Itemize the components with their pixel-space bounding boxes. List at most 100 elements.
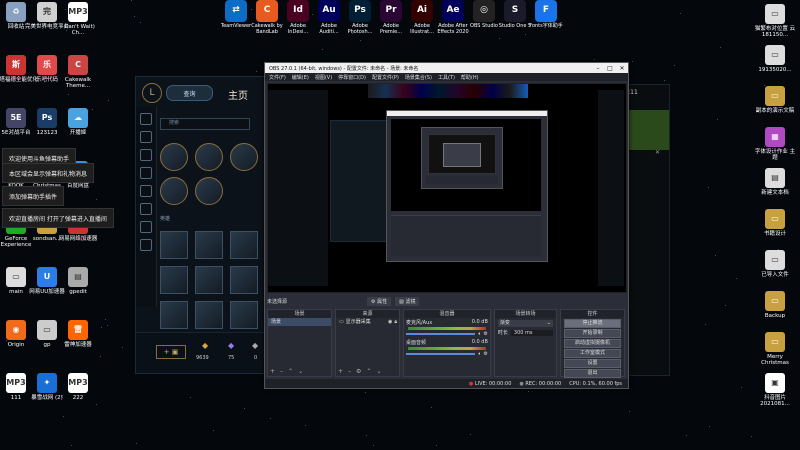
obs-menu-item[interactable]: 帮助(H)	[461, 74, 479, 81]
obs-menu-item[interactable]: 停靠窗口(D)	[338, 74, 366, 81]
settings-button[interactable]: 设置	[564, 359, 621, 368]
sidebar-icon[interactable]	[140, 185, 152, 197]
book-shortcut[interactable]: ▭ 书籍设计	[753, 209, 797, 237]
doc-shortcut[interactable]: ▭ 猫繁布对位置 云 181150...	[753, 4, 797, 39]
minimize-icon[interactable]: –	[592, 65, 604, 72]
remove-scene-icon[interactable]: –	[280, 368, 283, 375]
mp3-file-3-shortcut[interactable]: MP3 222	[56, 373, 100, 401]
champion-portrait[interactable]	[160, 143, 188, 171]
sidebar-icon[interactable]	[140, 203, 152, 215]
track-settings-icon[interactable]: ⚙	[483, 351, 487, 357]
lol-client-window[interactable]: L 查询 主页 搜索 英雄 + ▣ ◆ 9639 ◆ 75 ◆ 0	[135, 76, 272, 374]
exit-button[interactable]: 退出	[564, 369, 621, 378]
play-button[interactable]: 查询	[166, 85, 213, 101]
obs-menu-item[interactable]: 工具(T)	[438, 74, 455, 81]
shortcut-label: 副本的演示文稿	[755, 108, 795, 114]
visibility-icon[interactable]: ◉	[388, 318, 392, 326]
obs-menu-item[interactable]: 编辑(E)	[292, 74, 309, 81]
imported-shortcut[interactable]: ▭ 已导入文件	[753, 250, 797, 278]
source-settings-icon[interactable]: ⚙	[356, 368, 361, 375]
start-recording-button[interactable]: 开始录制	[564, 329, 621, 338]
add-friend-button[interactable]: + ▣	[156, 345, 186, 359]
nav-home[interactable]: 主页	[228, 87, 248, 102]
source-item[interactable]: ▭ 显示器采集 ◉ 🔒︎	[336, 318, 399, 326]
rar-shortcut[interactable]: ▦ 字体设计作业 主题	[753, 127, 797, 162]
stop-stream-button[interactable]: 停止推流	[564, 319, 621, 328]
champion-tile[interactable]	[195, 301, 223, 329]
close-icon[interactable]: ✕	[616, 65, 628, 72]
obs-preview[interactable]	[267, 83, 627, 293]
obs-menu-item[interactable]: 视图(V)	[315, 74, 332, 81]
champion-tile[interactable]	[230, 266, 258, 294]
after-effects-icon: Ae	[442, 0, 464, 22]
scene-item[interactable]: 场景	[268, 318, 331, 326]
shortcut-label: 抖音图片 2021081...	[760, 395, 790, 408]
backup-shortcut[interactable]: ▭ Backup	[753, 291, 797, 319]
move-down-icon[interactable]: ⌄	[298, 368, 303, 375]
champion-tile[interactable]	[160, 301, 188, 329]
transition-select[interactable]: 渐变 ⌄	[497, 320, 553, 327]
obs-titlebar[interactable]: OBS 27.0.1 (64-bit, windows) - 配置文件: 未命名…	[265, 63, 628, 73]
sidebar-icon[interactable]	[140, 221, 152, 233]
volume-slider[interactable]	[406, 353, 476, 355]
champion-portrait[interactable]	[195, 143, 223, 171]
duration-input[interactable]: 300 ms	[510, 329, 553, 336]
star-dot	[63, 416, 64, 417]
txt-shortcut[interactable]: ▤ 新建文本档	[753, 168, 797, 196]
remove-source-icon[interactable]: –	[348, 368, 351, 375]
bilibili-shortcut[interactable]: ☁ 开播姬	[56, 108, 100, 136]
sidebar-icon[interactable]	[140, 167, 152, 179]
move-up-icon[interactable]: ⌃	[288, 368, 293, 375]
champion-search-input[interactable]: 搜索	[160, 118, 250, 130]
controls-panel: 控件 停止推流 开始录制 启动虚拟摄像机 工作室模式 设置 退出	[560, 309, 625, 378]
sidebar-icon[interactable]	[140, 131, 152, 143]
champion-portrait[interactable]	[230, 143, 258, 171]
notification-toast[interactable]: 本区域会显示弹幕和礼物消息	[2, 163, 95, 183]
studio-mode-button[interactable]: 工作室模式	[564, 349, 621, 358]
champion-tile[interactable]	[230, 301, 258, 329]
champion-portrait[interactable]	[195, 177, 223, 205]
move-down-icon[interactable]: ⌄	[376, 368, 381, 375]
shortcut-label: 已导入文件	[761, 272, 789, 278]
filters-button[interactable]: ▧ 滤镜	[395, 296, 420, 306]
virtual-camera-button[interactable]: 启动虚拟摄像机	[564, 339, 621, 348]
star-dot	[373, 445, 374, 446]
star-dot	[322, 49, 323, 50]
leishen-shortcut[interactable]: 雷雷神加速器	[56, 320, 100, 348]
cakewalk-theme-shortcut[interactable]: C Cakewalk Theme...	[56, 55, 100, 90]
image-shortcut[interactable]: ▣ 抖音图片 2021081...	[753, 373, 797, 408]
maximize-icon[interactable]: □	[604, 65, 616, 72]
add-source-icon[interactable]: +	[338, 368, 343, 375]
obs-menu-item[interactable]: 场景集合(S)	[405, 74, 432, 81]
volume-slider[interactable]	[406, 333, 476, 335]
notification-toast[interactable]: 欢迎直播房间 打开了弹幕进入直播间	[2, 208, 114, 228]
notification-toast[interactable]: 添加弹幕助手插件	[2, 186, 65, 206]
champion-tile[interactable]	[160, 266, 188, 294]
lock-icon[interactable]: 🔒︎	[394, 318, 397, 326]
champion-tile[interactable]	[195, 231, 223, 259]
sidebar-icon[interactable]	[140, 239, 152, 251]
fonts-shortcut[interactable]: F Fonts字体助手	[528, 0, 564, 30]
obs-window[interactable]: OBS 27.0.1 (64-bit, windows) - 配置文件: 未命名…	[264, 62, 629, 389]
chevron-down-icon: ⌄	[546, 320, 551, 326]
properties-button[interactable]: ⚙ 属性	[367, 296, 392, 306]
sidebar-icon[interactable]	[140, 113, 152, 125]
gpedit-shortcut[interactable]: ▤ gpedit	[56, 267, 100, 295]
champion-tile[interactable]	[195, 266, 223, 294]
champion-portrait[interactable]	[160, 177, 188, 205]
speaker-icon[interactable]: 🔈︎	[478, 331, 481, 337]
doc-2-shortcut[interactable]: ▭ 19135020...	[753, 45, 797, 73]
speaker-icon[interactable]: 🔈︎	[478, 351, 481, 357]
champion-tile[interactable]	[230, 231, 258, 259]
christmas-shortcut[interactable]: ▭ Merry Christmas	[753, 332, 797, 367]
champion-tile[interactable]	[160, 231, 188, 259]
ppt-shortcut[interactable]: ▭ 副本的演示文稿	[753, 86, 797, 114]
mp3-file-shortcut[interactable]: MP3 I Can't Wait) Ch...	[56, 2, 100, 37]
move-up-icon[interactable]: ⌃	[366, 368, 371, 375]
track-settings-icon[interactable]: ⚙	[483, 331, 487, 337]
side-close-icon[interactable]: ✕	[655, 149, 660, 156]
obs-menu-item[interactable]: 文件(F)	[269, 74, 286, 81]
sidebar-icon[interactable]	[140, 149, 152, 161]
add-scene-icon[interactable]: +	[270, 368, 275, 375]
obs-menu-item[interactable]: 配置文件(P)	[372, 74, 399, 81]
